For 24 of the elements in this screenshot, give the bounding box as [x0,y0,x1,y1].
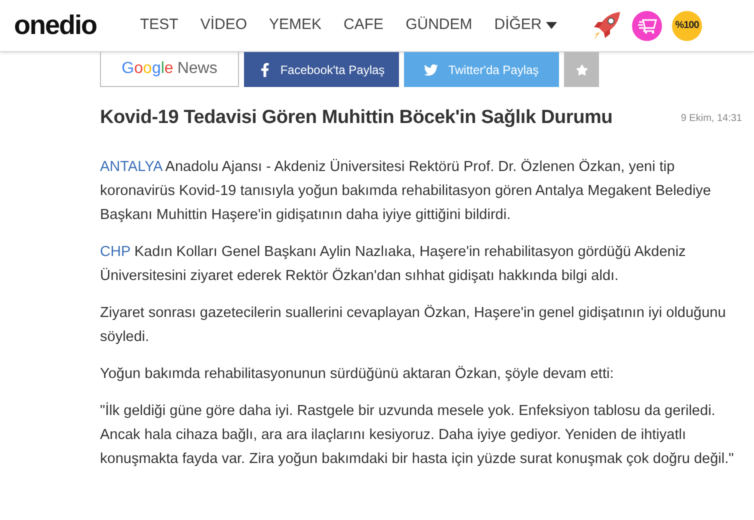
tag-link[interactable]: CHP [100,244,130,260]
article-title: Kovid-19 Tedavisi Gören Muhittin Böcek'in Sağlık Durumu [100,106,613,130]
facebook-share-button[interactable]: Facebook'ta Paylaş [244,52,399,87]
paragraph: "İlk geldiği güne göre daha iyi. Rastgele bir uzvunda mesele yok. Enfeksiyon tablosu da geriledi. Ancak hala cihaza bağlı, ara ara ilaçlarını kesiyoruz. Daha iyiye gediyor. Yeniden de ihtiyatlı konuşmakta fayda var. Zira yoğun bakımdaki bir hasta için yüzde surat konuşmak çok doğru değil." [100,401,735,468]
article-date: 9 Ekim, 14:31 [680,112,742,126]
shopping-cart-icon[interactable] [632,10,662,40]
google-news-button[interactable]: Google News [100,52,239,87]
paragraph: CHP Kadın Kolları Genel Başkanı Aylin Nazlıaka, Haşere'in rehabilitasyon gördüğü Akdeniz Üniversitesini ziyaret ederek Rektör Özkan'dan sıhhat gidişatı hakkında bilgi aldı. [100,242,687,286]
twitter-icon [424,62,438,76]
star-icon [576,64,588,76]
nav-link[interactable]: YEMEK [269,14,322,37]
percent-badge[interactable]: %100 [672,10,702,40]
paragraph: Yoğun bakımda rehabilitasyonunun sürdüğünü aktaran Özkan, şöyle devam etti: [100,364,615,384]
nav-dropdown[interactable]: DİĞER [494,14,557,37]
paragraph: ANTALYA Anadolu Ajansı - Akdeniz Üniversitesi Rektörü Prof. Dr. Özlenen Özkan, yeni tip koronavirüs Kovid-19 tanısıyla yoğun bakımda rehabilitasyon gören Antalya Megakent Belediye Başkanı Muhittin Haşere'in gidişatının daha iyiye gittiğini bildirdi. [100,158,712,224]
logo[interactable]: onedio [14,5,118,46]
nav-link[interactable]: CAFE [344,14,384,37]
caret-icon [546,22,557,29]
favorite-button[interactable] [564,52,599,87]
nav-link[interactable]: GÜNDEM [406,14,472,37]
tag-link[interactable]: ANTALYA [100,158,162,174]
nav-link[interactable]: VİDEO [200,14,248,37]
nav-link[interactable]: TEST [140,14,178,37]
paragraph: Ziyaret sonrası gazetecilerin suallerini cevaplayan Özkan, Haşere'in genel gidişatının iyi olduğunu söyledi. [100,304,727,346]
